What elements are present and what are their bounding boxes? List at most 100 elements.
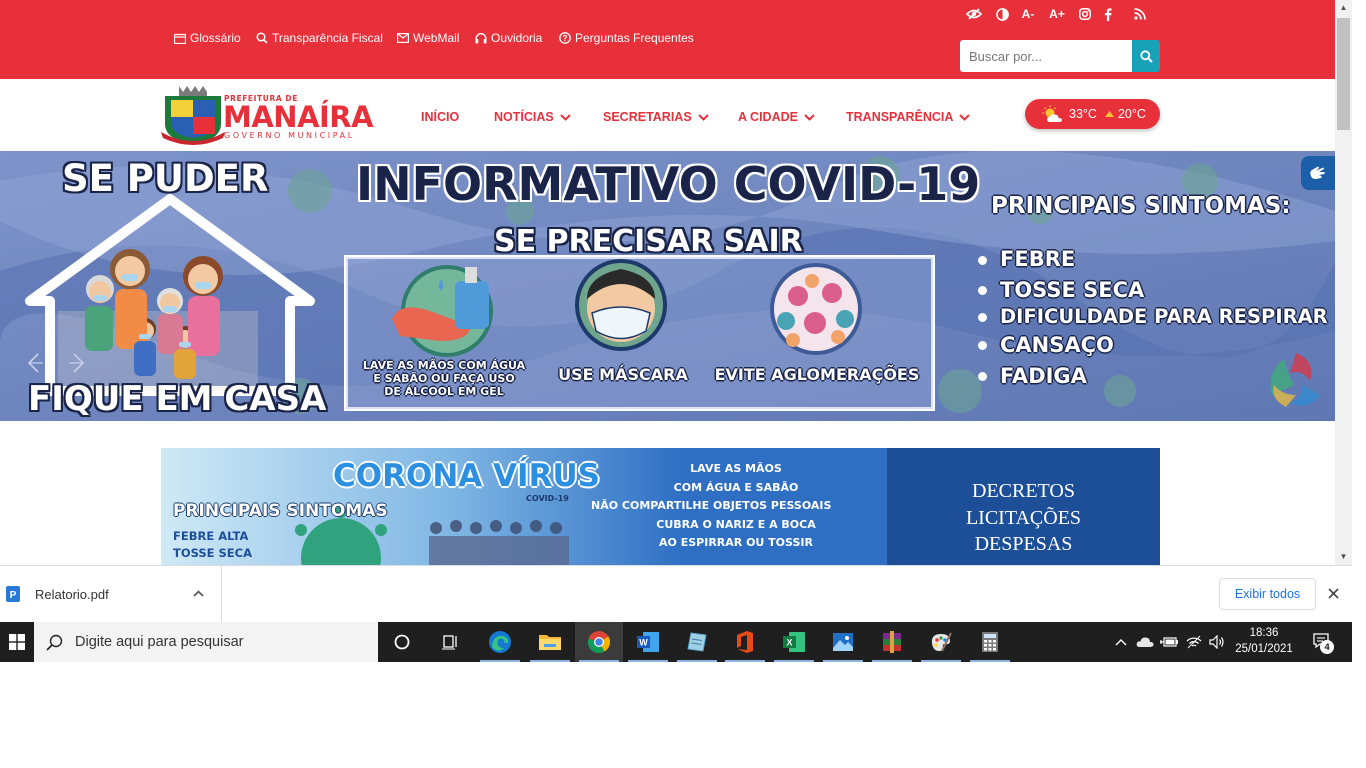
faq-link[interactable]: ? Perguntas Frequentes	[559, 31, 694, 45]
banner2-symptoms-title: PRINCIPAIS SINTOMAS	[173, 501, 388, 521]
decretos-link[interactable]: DECRETOS	[887, 478, 1160, 505]
svg-text:W: W	[639, 638, 648, 648]
network-wifi-icon[interactable]	[1184, 622, 1204, 662]
show-all-downloads-button[interactable]: Exibir todos	[1219, 578, 1316, 610]
pdf-file-icon: P	[6, 586, 20, 602]
panel-handwash-line3: DE ÁLCOOL EM GEL	[384, 385, 504, 398]
carousel-next-arrow[interactable]	[68, 351, 88, 375]
excel-icon[interactable]: X	[770, 622, 818, 662]
notification-center-icon[interactable]: 4	[1306, 622, 1338, 662]
banner2-tip: COM ÁGUA E SABÃO	[673, 480, 799, 494]
nav-noticias-label: NOTÍCIAS	[494, 110, 554, 124]
ombudsman-link[interactable]: Ouvidoria	[475, 31, 542, 45]
chevron-down-icon	[697, 113, 709, 121]
page-scrollbar[interactable]: ▲ ▼	[1335, 0, 1352, 565]
facebook-icon[interactable]	[1103, 6, 1113, 22]
vlibras-button[interactable]	[1301, 156, 1335, 190]
bullet	[978, 313, 987, 322]
notes-icon[interactable]	[673, 622, 721, 662]
panel-handwash-line2: E SABÃO OU FAÇA USO	[373, 372, 515, 385]
notification-count-badge: 4	[1320, 640, 1334, 654]
banner2-tip: AO ESPIRRAR OU TOSSIR	[659, 536, 813, 549]
partly-sunny-icon	[1042, 105, 1062, 122]
winrar-icon[interactable]	[868, 622, 916, 662]
show-hidden-icons-chevron-icon[interactable]	[1112, 622, 1130, 662]
symptom-item: FADIGA	[1000, 364, 1087, 388]
download-item[interactable]: P Relatorio.pdf	[0, 566, 222, 622]
clock-time: 18:36	[1249, 627, 1279, 639]
chrome-icon[interactable]	[575, 622, 623, 662]
question-circle-icon: ?	[559, 32, 571, 44]
faq-label: Perguntas Frequentes	[575, 31, 694, 45]
main-navbar: PREFEITURA DE MANAÍRA GOVERNO MUNICIPAL …	[0, 79, 1335, 151]
download-shelf: P Relatorio.pdf Exibir todos	[0, 565, 1352, 622]
close-icon[interactable]	[1328, 588, 1339, 599]
onedrive-cloud-icon[interactable]	[1135, 622, 1155, 662]
file-explorer-icon[interactable]	[526, 622, 574, 662]
nav-noticias[interactable]: NOTÍCIAS	[494, 110, 571, 124]
edge-icon[interactable]	[476, 622, 524, 662]
browser-viewport: Glossário Transparência Fiscal WebMail O…	[0, 0, 1352, 565]
chevron-down-icon	[959, 113, 971, 121]
symptom-item: CANSAÇO	[1000, 333, 1114, 357]
nav-inicio[interactable]: INÍCIO	[421, 110, 459, 124]
battery-plug-icon[interactable]	[1159, 622, 1179, 662]
ombudsman-label: Ouvidoria	[491, 31, 543, 45]
rss-icon[interactable]	[1133, 6, 1147, 22]
search-input[interactable]	[960, 40, 1132, 72]
volume-icon[interactable]	[1207, 622, 1227, 662]
taskbar-search-placeholder: Digite aqui para pesquisar	[75, 634, 244, 650]
instagram-icon[interactable]	[1078, 6, 1092, 22]
paint-icon[interactable]	[917, 622, 965, 662]
licitacoes-link[interactable]: LICITAÇÕES	[887, 505, 1160, 532]
font-decrease-button[interactable]: A-	[1019, 6, 1037, 22]
chevron-up-icon[interactable]	[193, 590, 204, 597]
cortana-icon[interactable]	[378, 622, 426, 662]
bullet	[978, 286, 987, 295]
panel-crowd-caption: EVITE AGLOMERAÇÕES	[714, 365, 920, 384]
word-icon[interactable]: W	[624, 622, 672, 662]
clock-date: 25/01/2021	[1235, 643, 1293, 655]
banner2-symptom: FEBRE ALTA	[173, 529, 249, 543]
banner2-tip: CUBRA O NARIZ E A BOCA	[656, 517, 816, 531]
carousel-prev-arrow[interactable]	[24, 351, 44, 375]
taskbar-clock[interactable]: 18:36 25/01/2021	[1228, 625, 1300, 657]
manaira-logo[interactable]: PREFEITURA DE MANAÍRA GOVERNO MUNICIPAL	[161, 82, 379, 146]
search-button[interactable]	[1132, 40, 1160, 72]
nav-a-cidade[interactable]: A CIDADE	[738, 110, 815, 124]
scroll-up-icon[interactable]: ▲	[1335, 0, 1352, 16]
banner2-tips: LAVE AS MÃOS COM ÁGUA E SABÃO NÃO COMPAR…	[591, 460, 911, 553]
scrollbar-thumb[interactable]	[1337, 18, 1350, 130]
bullet	[978, 372, 987, 381]
contrast-icon[interactable]	[995, 6, 1009, 22]
taskbar-search-box[interactable]: Digite aqui para pesquisar	[34, 622, 378, 662]
glossary-label: Glossário	[190, 31, 241, 45]
calculator-icon[interactable]	[966, 622, 1014, 662]
nav-inicio-label: INÍCIO	[421, 110, 460, 124]
despesas-link[interactable]: DESPESAS	[887, 531, 1160, 558]
symptoms-title: PRINCIPAIS SINTOMAS:	[991, 193, 1291, 219]
hero-carousel[interactable]: SE PUDER FIQUE EM CASA INFORMATIVO COVID…	[0, 151, 1335, 421]
corona-banner[interactable]: CORONA VÍRUS COVID-19 PRINCIPAIS SINTOMA…	[161, 448, 1160, 565]
banner2-tip: LAVE AS MÃOS	[690, 462, 782, 475]
chevron-down-icon	[804, 113, 815, 121]
nav-secretarias-label: SECRETARIAS	[603, 110, 692, 124]
photos-icon[interactable]	[819, 622, 867, 662]
start-button[interactable]	[0, 622, 34, 662]
fiscal-transparency-link[interactable]: Transparência Fiscal	[256, 31, 383, 45]
font-increase-button[interactable]: A+	[1047, 6, 1067, 22]
nav-secretarias[interactable]: SECRETARIAS	[603, 110, 709, 124]
scroll-down-icon[interactable]: ▼	[1335, 549, 1352, 565]
logo-line3: GOVERNO MUNICIPAL	[224, 131, 355, 140]
low-vision-icon[interactable]	[966, 6, 982, 22]
banner2-title-sub: COVID-19	[526, 494, 569, 503]
glossary-link[interactable]: Glossário	[174, 31, 241, 45]
nav-transparencia[interactable]: TRANSPARÊNCIA	[846, 110, 971, 124]
office-icon[interactable]	[721, 622, 769, 662]
panel-handwash-line1: LAVE AS MÃOS COM ÁGUA	[362, 359, 526, 372]
nav-transparencia-label: TRANSPARÊNCIA	[846, 110, 954, 124]
webmail-link[interactable]: WebMail	[397, 31, 459, 45]
task-view-icon[interactable]	[426, 622, 474, 662]
top-bar: Glossário Transparência Fiscal WebMail O…	[0, 0, 1335, 79]
headphones-icon	[475, 32, 487, 43]
